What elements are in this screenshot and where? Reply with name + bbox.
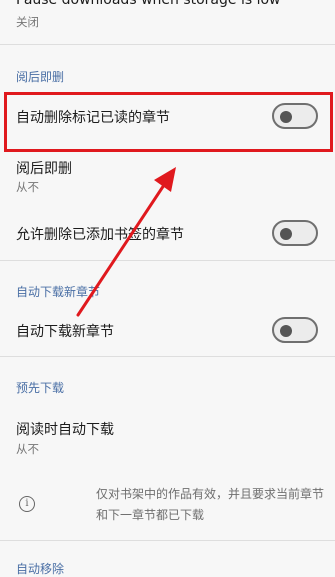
allow-delete-bookmarked-toggle[interactable] — [272, 220, 318, 246]
preload-while-reading-title: 阅读时自动下载 — [16, 422, 114, 438]
auto-download-new-label: 自动下载新章节 — [16, 324, 114, 340]
divider — [0, 44, 335, 45]
pause-downloads-value: 关闭 — [16, 15, 39, 29]
read-delete-value: 从不 — [16, 180, 39, 194]
section-header-read-delete: 阅后即删 — [16, 70, 65, 84]
info-icon: i — [19, 496, 35, 512]
info-note-line2: 和下一章节都已下载 — [96, 508, 205, 522]
pause-downloads-item[interactable]: Pause downloads when storage is low 关闭 — [0, 0, 335, 44]
preload-while-reading-item[interactable]: 阅读时自动下载 从不 — [0, 412, 335, 462]
read-delete-title: 阅后即删 — [16, 161, 72, 177]
divider — [0, 356, 335, 357]
divider — [0, 260, 335, 261]
preload-while-reading-value: 从不 — [16, 442, 39, 456]
read-delete-item[interactable]: 阅后即删 从不 — [0, 152, 335, 204]
allow-delete-bookmarked-row[interactable]: 允许删除已添加书签的章节 — [0, 210, 335, 258]
info-note-line1: 仅对书架中的作品有效，并且要求当前章节 — [96, 487, 325, 501]
red-highlight-box — [4, 92, 333, 152]
pause-downloads-title: Pause downloads when storage is low — [16, 0, 281, 8]
allow-delete-bookmarked-label: 允许删除已添加书签的章节 — [16, 227, 184, 243]
section-header-auto-download: 自动下载新章节 — [16, 285, 101, 299]
auto-download-new-toggle[interactable] — [272, 317, 318, 343]
divider — [0, 540, 335, 541]
section-header-preload: 预先下载 — [16, 381, 65, 395]
section-header-auto-remove: 自动移除 — [16, 562, 65, 576]
auto-download-new-row[interactable]: 自动下载新章节 — [0, 306, 335, 354]
